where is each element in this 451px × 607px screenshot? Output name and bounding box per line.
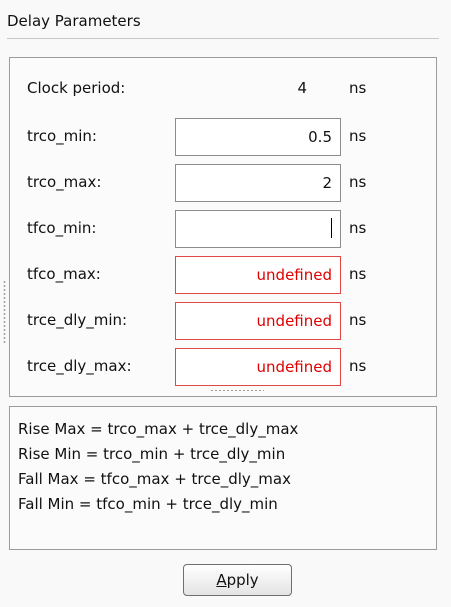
formula-panel: Rise Max = trco_max + trce_dly_max Rise … bbox=[9, 406, 437, 550]
tfco-min-unit: ns bbox=[349, 219, 367, 237]
clock-period-row: Clock period: 4 ns bbox=[10, 70, 436, 110]
tfco-min-row: tfco_min: ns bbox=[10, 210, 436, 250]
tfco-max-input[interactable]: undefined bbox=[175, 256, 341, 294]
tfco-min-input[interactable] bbox=[175, 210, 341, 248]
formula-fall-min: Fall Min = tfco_min + trce_dly_min bbox=[18, 495, 278, 513]
apply-button[interactable]: Apply bbox=[183, 564, 292, 596]
trco-max-input[interactable]: 2 bbox=[175, 164, 341, 202]
side-resize-grip[interactable] bbox=[3, 280, 6, 345]
trco-min-row: trco_min: 0.5 ns bbox=[10, 118, 436, 158]
apply-label: pply bbox=[226, 571, 259, 589]
tfco-max-label: tfco_max: bbox=[27, 265, 101, 283]
trce-dly-min-label: trce_dly_min: bbox=[27, 311, 128, 329]
trce-dly-min-row: trce_dly_min: undefined ns bbox=[10, 302, 436, 342]
section-title: Delay Parameters bbox=[7, 12, 141, 30]
trce-dly-max-input[interactable]: undefined bbox=[175, 348, 341, 386]
splitter-handle[interactable] bbox=[210, 389, 264, 392]
trco-min-input[interactable]: 0.5 bbox=[175, 118, 341, 156]
trce-dly-min-unit: ns bbox=[349, 311, 367, 329]
tfco-max-row: tfco_max: undefined ns bbox=[10, 256, 436, 296]
trce-dly-max-row: trce_dly_max: undefined ns bbox=[10, 348, 436, 388]
trce-dly-max-label: trce_dly_max: bbox=[27, 357, 132, 375]
trco-max-row: trco_max: 2 ns bbox=[10, 164, 436, 204]
apply-mnemonic: A bbox=[216, 571, 227, 589]
clock-period-value: 4 bbox=[297, 79, 307, 97]
clock-period-unit: ns bbox=[349, 79, 367, 97]
tfco-min-label: tfco_min: bbox=[27, 219, 97, 237]
trco-max-unit: ns bbox=[349, 173, 367, 191]
trco-min-unit: ns bbox=[349, 127, 367, 145]
trco-min-label: trco_min: bbox=[27, 127, 97, 145]
trce-dly-min-input[interactable]: undefined bbox=[175, 302, 341, 340]
tfco-max-unit: ns bbox=[349, 265, 367, 283]
delay-parameters-panel: Clock period: 4 ns trco_min: 0.5 ns trco… bbox=[9, 57, 437, 397]
formula-rise-max: Rise Max = trco_max + trce_dly_max bbox=[18, 420, 299, 438]
formula-fall-max: Fall Max = tfco_max + trce_dly_max bbox=[18, 470, 291, 488]
trce-dly-max-unit: ns bbox=[349, 357, 367, 375]
clock-period-label: Clock period: bbox=[27, 79, 126, 97]
trco-max-label: trco_max: bbox=[27, 173, 102, 191]
formula-rise-min: Rise Min = trco_min + trce_dly_min bbox=[18, 445, 286, 463]
text-caret bbox=[331, 218, 332, 238]
section-divider bbox=[7, 38, 439, 39]
